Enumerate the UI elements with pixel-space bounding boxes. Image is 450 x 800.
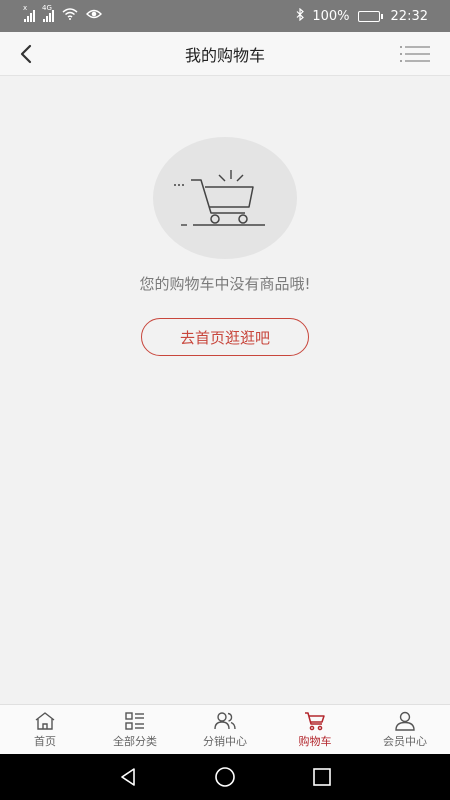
tab-home[interactable]: 首页 <box>0 705 90 754</box>
tab-member-label: 会员中心 <box>383 734 427 748</box>
network-tag-1: x <box>23 4 28 12</box>
bluetooth-icon <box>296 7 305 25</box>
signal-2-icon: 4G <box>42 4 54 22</box>
home-icon <box>35 711 55 730</box>
header: 我的购物车 <box>0 32 450 76</box>
list-menu-icon <box>400 46 430 62</box>
battery-percent: 100% <box>312 8 350 24</box>
signal-1-icon: x <box>23 4 35 22</box>
wifi-icon <box>62 8 78 24</box>
tab-distribution-label: 分销中心 <box>203 734 247 748</box>
empty-cart-icon <box>174 170 265 226</box>
nav-back-icon[interactable] <box>118 767 138 787</box>
tab-member[interactable]: 会员中心 <box>360 705 450 754</box>
screen: x 4G 100% 22:32 我的购物车 您的购物车中没有商品哦! 去首页逛逛… <box>0 0 450 800</box>
category-icon <box>125 711 144 730</box>
tab-categories-label: 全部分类 <box>113 734 157 748</box>
empty-cart-illustration <box>153 137 297 259</box>
bottom-tab-bar: 首页 全部分类 分销中心 购物车 会员中心 <box>0 704 450 754</box>
network-tag-2: 4G <box>42 4 52 12</box>
users-icon <box>214 711 236 729</box>
status-right: 100% 22:32 <box>296 7 428 25</box>
page-title: 我的购物车 <box>184 45 265 65</box>
empty-cart-message: 您的购物车中没有商品哦! <box>139 275 311 293</box>
eye-icon <box>86 8 102 24</box>
tab-cart-label: 购物车 <box>298 734 332 748</box>
back-button[interactable] <box>10 38 42 70</box>
tab-home-label: 首页 <box>34 734 56 748</box>
chevron-left-icon <box>20 44 32 64</box>
system-nav-bar <box>0 754 450 800</box>
user-icon <box>395 711 415 731</box>
menu-button[interactable] <box>398 41 432 67</box>
nav-home-icon[interactable] <box>214 766 236 788</box>
tab-categories[interactable]: 全部分类 <box>90 705 180 754</box>
tab-cart[interactable]: 购物车 <box>270 705 360 754</box>
battery-icon <box>357 10 383 22</box>
status-left: x 4G <box>23 4 102 24</box>
tab-distribution[interactable]: 分销中心 <box>180 705 270 754</box>
cart-icon <box>305 711 325 730</box>
nav-recents-icon[interactable] <box>312 767 332 787</box>
go-home-button[interactable]: 去首页逛逛吧 <box>141 318 309 356</box>
clock: 22:32 <box>390 8 428 24</box>
status-bar: x 4G 100% 22:32 <box>0 0 450 32</box>
